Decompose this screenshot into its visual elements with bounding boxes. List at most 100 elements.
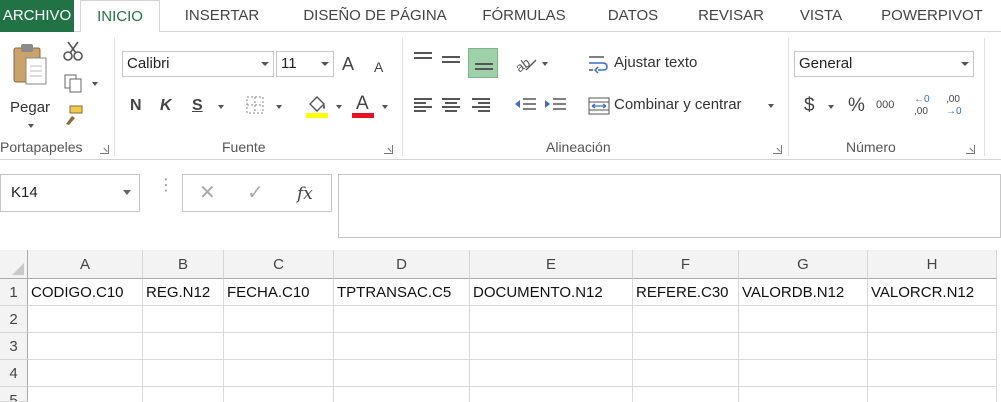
cell-c4[interactable] (224, 360, 334, 387)
tab-powerpivot[interactable]: POWERPIVOT (870, 0, 994, 32)
column-header-a[interactable]: A (28, 250, 143, 279)
cell-b1[interactable]: REG.N12 (143, 279, 224, 306)
percent-style-icon[interactable]: % (848, 96, 865, 115)
row-header-1[interactable]: 1 (0, 279, 28, 306)
cell-a1[interactable]: CODIGO.C10 (28, 279, 143, 306)
cancel-entry-icon[interactable]: ✕ (199, 183, 216, 203)
tab-diseno-de-pagina[interactable]: DISEÑO DE PÁGINA (290, 0, 460, 32)
cell-a4[interactable] (28, 360, 143, 387)
cell-e5[interactable] (470, 387, 633, 402)
cell-e4[interactable] (470, 360, 633, 387)
align-left-icon[interactable] (414, 98, 432, 112)
cell-d3[interactable] (334, 333, 470, 360)
cell-a5[interactable] (28, 387, 143, 402)
cell-f4[interactable] (633, 360, 739, 387)
currency-format-icon[interactable]: $ (804, 96, 815, 115)
orientation-icon[interactable]: ab (514, 54, 538, 74)
comma-style-icon[interactable]: 000 (876, 100, 894, 111)
cell-b2[interactable] (143, 306, 224, 333)
tab-insertar[interactable]: INSERTAR (172, 0, 272, 32)
cell-h4[interactable] (868, 360, 997, 387)
cut-icon[interactable] (62, 40, 84, 62)
merge-center-button[interactable]: Combinar y centrar (588, 94, 782, 118)
formula-input[interactable] (338, 174, 1001, 238)
cell-d1[interactable]: TPTRANSAC.C5 (334, 279, 470, 306)
copy-dropdown-arrow[interactable] (92, 82, 98, 86)
tab-inicio[interactable]: INICIO (80, 0, 160, 33)
fill-color-icon[interactable] (306, 94, 328, 118)
cell-d5[interactable] (334, 387, 470, 402)
cell-e2[interactable] (470, 306, 633, 333)
name-box[interactable]: K14 (0, 174, 140, 212)
tab-archivo[interactable]: ARCHIVO (0, 0, 74, 32)
italic-button[interactable]: K (160, 98, 172, 114)
cell-b5[interactable] (143, 387, 224, 402)
cell-c5[interactable] (224, 387, 334, 402)
tab-revisar[interactable]: REVISAR (688, 0, 774, 32)
cell-f3[interactable] (633, 333, 739, 360)
cell-a2[interactable] (28, 306, 143, 333)
select-all-button[interactable] (0, 250, 28, 279)
font-launcher-icon[interactable] (384, 145, 393, 154)
grow-font-icon[interactable]: A (342, 55, 354, 73)
increase-decimal-button[interactable]: ←0 ,00 (914, 94, 942, 120)
cell-b3[interactable] (143, 333, 224, 360)
increase-indent-icon[interactable] (544, 98, 566, 114)
confirm-entry-icon[interactable]: ✓ (247, 183, 264, 203)
number-launcher-icon[interactable] (966, 145, 975, 154)
underline-button[interactable]: S (192, 98, 203, 114)
cell-h5[interactable] (868, 387, 997, 402)
row-header-2[interactable]: 2 (0, 306, 28, 333)
cell-h1[interactable]: VALORCR.N12 (868, 279, 997, 306)
cell-g1[interactable]: VALORDB.N12 (739, 279, 868, 306)
cell-f5[interactable] (633, 387, 739, 402)
tab-formulas[interactable]: FÓRMULAS (474, 0, 574, 32)
cell-f2[interactable] (633, 306, 739, 333)
font-color-dropdown-arrow[interactable] (382, 105, 388, 109)
formula-bar-grip-icon[interactable]: ⋮ (158, 178, 174, 194)
align-right-icon[interactable] (472, 98, 490, 112)
orientation-dropdown-arrow[interactable] (542, 62, 548, 66)
cell-h2[interactable] (868, 306, 997, 333)
cell-d2[interactable] (334, 306, 470, 333)
column-header-e[interactable]: E (470, 250, 633, 279)
row-header-4[interactable]: 4 (0, 360, 28, 387)
column-header-h[interactable]: H (868, 250, 997, 279)
decrease-decimal-button[interactable]: ,00 →0 (946, 94, 974, 120)
format-painter-icon[interactable] (62, 104, 84, 126)
tab-datos[interactable]: DATOS (596, 0, 670, 32)
row-header-3[interactable]: 3 (0, 333, 28, 360)
column-header-f[interactable]: F (633, 250, 739, 279)
align-center-icon[interactable] (442, 98, 460, 112)
column-header-c[interactable]: C (224, 250, 334, 279)
column-header-b[interactable]: B (143, 250, 224, 279)
row-header-5[interactable]: 5 (0, 387, 28, 402)
cell-e1[interactable]: DOCUMENTO.N12 (470, 279, 633, 306)
tab-vista[interactable]: VISTA (790, 0, 852, 32)
font-size-select[interactable]: 11 (276, 51, 334, 77)
insert-function-icon[interactable]: fx (297, 184, 313, 204)
borders-dropdown-arrow[interactable] (276, 105, 282, 109)
fill-color-dropdown-arrow[interactable] (336, 105, 342, 109)
cell-a3[interactable] (28, 333, 143, 360)
cell-g3[interactable] (739, 333, 868, 360)
column-header-g[interactable]: G (739, 250, 868, 279)
copy-icon[interactable] (62, 72, 84, 94)
column-header-d[interactable]: D (334, 250, 470, 279)
currency-dropdown-arrow[interactable] (828, 105, 834, 109)
font-name-select[interactable]: Calibri (122, 51, 274, 77)
underline-dropdown-arrow[interactable] (218, 105, 224, 109)
number-format-select[interactable]: General (794, 51, 974, 77)
cell-g5[interactable] (739, 387, 868, 402)
cell-g2[interactable] (739, 306, 868, 333)
alignment-launcher-icon[interactable] (773, 145, 782, 154)
cell-c3[interactable] (224, 333, 334, 360)
cell-h3[interactable] (868, 333, 997, 360)
wrap-text-button[interactable]: Ajustar texto (588, 52, 708, 76)
cell-e3[interactable] (470, 333, 633, 360)
decrease-indent-icon[interactable] (514, 98, 536, 114)
paste-button[interactable]: Pegar (4, 40, 54, 130)
cell-d4[interactable] (334, 360, 470, 387)
borders-icon[interactable] (246, 96, 264, 114)
clipboard-launcher-icon[interactable] (100, 145, 109, 154)
